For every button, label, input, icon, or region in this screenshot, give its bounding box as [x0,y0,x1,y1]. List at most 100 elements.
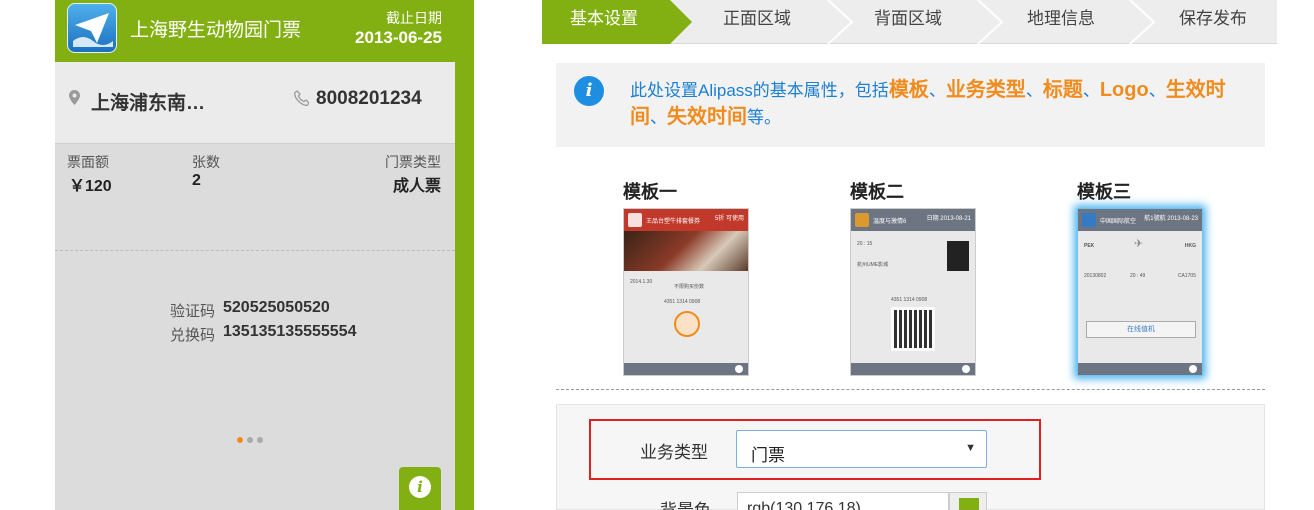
pass-info-button[interactable]: i [399,467,441,510]
template-logo-icon [855,213,869,227]
template-3-card[interactable]: 中国国际航空 航1號航 2013-08-23 PEK ✈ HKG 2013080… [1077,208,1203,376]
page-dot[interactable] [237,437,243,443]
caret-down-icon: ▼ [965,442,976,454]
info-keyword: 模板 [888,79,929,101]
qr-code [891,307,935,351]
template-header-right: 日期 2013-08-21 [926,216,971,222]
template-footer [851,363,975,375]
info-text-part: 此处设置Alipass的基本属性，包括 [630,81,889,100]
business-type-select[interactable]: 门票 ▼ [736,430,987,468]
template-logo-icon [628,213,642,227]
template-1-label: 模板一 [623,182,677,202]
tab-basic-settings[interactable]: 基本设置 [570,0,638,44]
template-field: 不限购买份数 [674,284,705,290]
template-header: 中国国际航空 航1號航 2013-08-23 [1078,209,1202,231]
template-header-right: 航1號航 2013-08-23 [1144,216,1198,222]
bg-color-input[interactable]: rgb(130,176,18) [737,492,949,510]
redeem-code-label: 兑换码 [170,327,216,344]
ticket-type-value: 成人票 [392,178,441,195]
verify-code: 520525050520 [223,299,330,316]
page-dot[interactable] [257,437,263,443]
template-footer [1078,363,1202,375]
pass-preview: 上海野生动物园门票 截止日期 2013-06-25 上海浦东南… 8008201… [55,0,474,510]
pass-header: 上海野生动物园门票 截止日期 2013-06-25 [55,0,474,60]
page-indicator[interactable] [237,437,263,443]
info-text-part: 、 [1025,81,1043,100]
pass-body: 上海浦东南… 8008201234 票面额 ￥120 张数 2 门票类型 成人票… [55,62,455,510]
ticket-type-label: 门票类型 [385,154,441,170]
airplane-icon: ✈ [1134,238,1144,250]
phone-icon [293,90,310,110]
template-header-right: 5折 可使用 [714,216,744,222]
business-type-label: 业务类型 [640,443,708,462]
verify-code-label: 验证码 [170,303,216,320]
template-logo-icon [1082,213,1096,227]
template-code: 4351 1314 0908 [664,299,701,305]
business-type-value: 门票 [751,446,785,465]
template-field: 20 : 15 [857,241,873,247]
template-field: HKG [1184,243,1196,249]
template-field: PEK [1084,243,1095,249]
redeem-code: 135135135555554 [223,323,357,340]
phone-number[interactable]: 8008201234 [316,88,422,110]
info-keyword: 业务类型 [945,79,1026,101]
template-footer [624,363,748,375]
expiry-date: 2013-06-25 [355,28,442,47]
bg-color-label: 背景色 [660,496,711,510]
expiry-label: 截止日期 [386,10,442,26]
color-picker-button[interactable] [949,492,987,510]
tab-front-area[interactable]: 正面区域 [723,0,791,44]
dashed-divider [55,250,455,251]
template-header: 温度与激情6 日期 2013-08-21 [851,209,975,231]
location-text[interactable]: 上海浦东南… [91,88,205,115]
info-text-part: 、 [928,81,946,100]
tab-back-area[interactable]: 背面区域 [874,0,942,44]
page-dot[interactable] [247,437,253,443]
chevron-right-icon [1129,0,1156,44]
template-field: 20130802 [1084,273,1107,279]
info-keyword: 标题 [1042,79,1083,101]
step-navigation: 基本设置 正面区域 背面区域 地理信息 保存发布 [542,0,1277,44]
face-value-label: 票面额 [67,154,109,170]
info-icon [1189,365,1197,373]
template-field: CA1705 [1177,273,1196,279]
template-2-label: 模板二 [850,182,904,202]
template-title: 王品台塑牛排套餐券 [646,219,701,225]
info-text: 此处设置Alipass的基本属性，包括模板、业务类型、标题、Logo、生效时间、… [630,77,1254,131]
template-header: 王品台塑牛排套餐券 5折 可使用 [624,209,748,231]
template-2-card[interactable]: 温度与激情6 日期 2013-08-21 20 : 15 杭州UME影城 435… [850,208,976,376]
template-field: 杭州UME影城 [857,262,889,268]
poster-image [947,241,969,271]
info-icon: i [409,476,431,498]
info-icon: i [574,76,604,106]
template-1-card[interactable]: 王品台塑牛排套餐券 5折 可使用 2014.1.30 不限购买份数 4351 1… [623,208,749,376]
info-icon [735,365,743,373]
color-swatch [959,498,979,510]
location-row: 上海浦东南… 8008201234 [55,62,455,144]
template-title: 温度与激情6 [873,219,907,225]
info-box: i 此处设置Alipass的基本属性，包括模板、业务类型、标题、Logo、生效时… [556,63,1265,147]
template-field: 2014.1.30 [630,279,653,285]
bg-color-value: rgb(130,176,18) [747,500,861,510]
info-text-part: 等。 [747,108,781,127]
scan-icon [674,311,700,337]
location-pin-icon [69,90,83,106]
tab-save-publish[interactable]: 保存发布 [1179,0,1247,44]
check-in-button: 在线值机 [1086,321,1196,338]
template-title: 中国国际航空 [1100,219,1137,225]
quantity-value: 2 [192,172,201,189]
steak-image [624,231,748,271]
info-keyword: Logo [1099,79,1149,101]
info-text-part: 、 [1082,81,1100,100]
template-field: 20 : 49 [1130,273,1146,279]
face-value: ￥120 [69,178,112,195]
quantity-label: 张数 [192,154,220,170]
section-divider [556,389,1265,390]
tab-geo-info[interactable]: 地理信息 [1027,0,1095,44]
chevron-right-icon [827,0,854,44]
info-text-part: 、 [1148,81,1166,100]
info-icon [962,365,970,373]
chevron-right-icon [977,0,1004,44]
paper-plane-logo-icon [67,3,117,53]
template-code: 4351 1314 0908 [891,297,928,303]
